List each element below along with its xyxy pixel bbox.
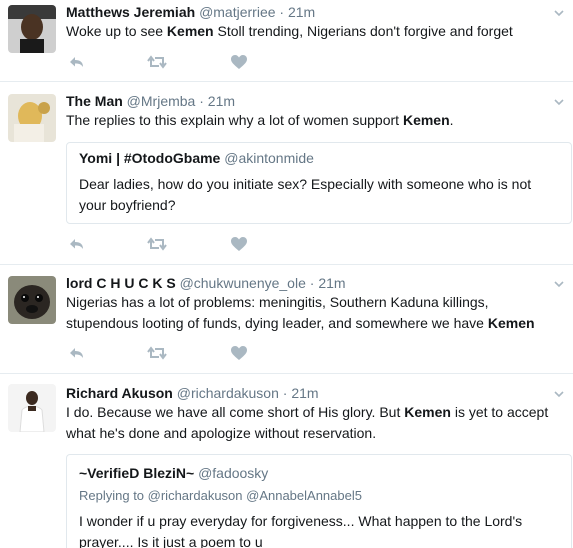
avatar[interactable] — [8, 5, 56, 53]
retweet-icon[interactable] — [147, 235, 167, 253]
user-handle[interactable]: @matjerriee — [199, 4, 275, 20]
quoted-user-handle[interactable]: @fadoosky — [198, 465, 268, 481]
tweet-text-part: Nigerias has a lot of problems: meningit… — [66, 294, 489, 331]
avatar[interactable] — [8, 94, 56, 142]
quoted-user-name[interactable]: ~VerifieD BleziN~ — [79, 465, 194, 481]
user-name[interactable]: lord C H U C K S — [66, 275, 176, 291]
reply-icon[interactable] — [66, 53, 86, 71]
heart-icon[interactable] — [229, 344, 249, 362]
user-handle[interactable]: @Mrjemba — [127, 93, 196, 109]
heart-icon[interactable] — [229, 53, 249, 71]
retweet-icon[interactable] — [147, 344, 167, 362]
user-name[interactable]: Richard Akuson — [66, 385, 173, 401]
tweet-text: The replies to this explain why a lot of… — [66, 110, 557, 131]
quoted-tweet[interactable]: Yomi | #OtodoGbame @akintonmide Dear lad… — [66, 142, 572, 224]
reply-icon[interactable] — [66, 344, 86, 362]
tweet-feed: Matthews Jeremiah @matjerriee · 21m Woke… — [0, 0, 573, 548]
tweet-header: lord C H U C K S @chukwunenye_ole · 21m — [66, 274, 346, 292]
tweet-header: Richard Akuson @richardakuson · 21m — [66, 384, 319, 402]
timestamp[interactable]: 21m — [288, 4, 315, 20]
timestamp[interactable]: 21m — [208, 93, 235, 109]
highlighted-keyword: Kemen — [402, 112, 450, 128]
tweet-text: Woke up to see Kemen Stoll trending, Nig… — [66, 21, 557, 42]
replying-prefix: Replying to — [79, 488, 148, 503]
separator-dot: · — [282, 385, 288, 401]
quoted-tweet-header: Yomi | #OtodoGbame @akintonmide — [79, 149, 314, 167]
highlighted-keyword: Kemen — [166, 23, 214, 39]
tweet[interactable]: Richard Akuson @richardakuson · 21m I do… — [0, 374, 573, 548]
timestamp[interactable]: 21m — [291, 385, 318, 401]
user-name[interactable]: Matthews Jeremiah — [66, 4, 195, 20]
quoted-tweet-text: Dear ladies, how do you initiate sex? Es… — [79, 176, 532, 213]
chevron-down-icon[interactable] — [553, 387, 565, 399]
tweet-text-part: The replies to this explain why a lot of… — [66, 112, 403, 128]
user-handle[interactable]: @chukwunenye_ole — [180, 275, 306, 291]
timestamp[interactable]: 21m — [318, 275, 345, 291]
quoted-tweet-header: ~VerifieD BleziN~ @fadoosky — [79, 464, 268, 482]
reply-icon[interactable] — [66, 235, 86, 253]
avatar[interactable] — [8, 384, 56, 432]
tweet-text: Nigerias has a lot of problems: meningit… — [66, 292, 557, 334]
tweet[interactable]: Matthews Jeremiah @matjerriee · 21m Woke… — [0, 0, 573, 82]
tweet-text-part: Woke up to see — [66, 23, 167, 39]
replying-to-label: Replying to @richardakuson @AnnabelAnnab… — [79, 488, 362, 503]
chevron-down-icon[interactable] — [553, 95, 565, 107]
tweet-text-part: . — [449, 112, 454, 128]
user-handle[interactable]: @richardakuson — [177, 385, 279, 401]
highlighted-keyword: Kemen — [404, 404, 451, 420]
tweet-text: I do. Because we have all come short of … — [66, 402, 557, 444]
highlighted-keyword: Kemen — [487, 315, 535, 331]
avatar[interactable] — [8, 276, 56, 324]
separator-dot: · — [199, 93, 204, 109]
chevron-down-icon[interactable] — [553, 277, 565, 289]
quoted-tweet-text: I wonder if u pray everyday for forgiven… — [79, 513, 523, 548]
tweet-text-part: I do. Because we have all come short of … — [66, 404, 405, 420]
heart-icon[interactable] — [229, 235, 249, 253]
separator-dot: · — [309, 275, 315, 291]
separator-dot: · — [279, 4, 285, 20]
tweet-header: Matthews Jeremiah @matjerriee · 21m — [66, 3, 315, 21]
retweet-icon[interactable] — [147, 53, 167, 71]
replying-to-handles[interactable]: @richardakuson @AnnabelAnnabel5 — [148, 488, 362, 503]
tweet-header: The Man @Mrjemba · 21m — [66, 92, 235, 110]
quoted-tweet[interactable]: ~VerifieD BleziN~ @fadoosky Replying to … — [66, 454, 572, 548]
quoted-user-handle[interactable]: @akintonmide — [224, 150, 314, 166]
tweet-text-part: Stoll trending, Nigerians don't forgive … — [213, 23, 513, 39]
tweet[interactable]: The Man @Mrjemba · 21m The replies to th… — [0, 82, 573, 265]
user-name[interactable]: The Man — [66, 93, 123, 109]
chevron-down-icon[interactable] — [553, 6, 565, 18]
tweet[interactable]: lord C H U C K S @chukwunenye_ole · 21m … — [0, 265, 573, 374]
quoted-user-name[interactable]: Yomi | #OtodoGbame — [79, 150, 220, 166]
